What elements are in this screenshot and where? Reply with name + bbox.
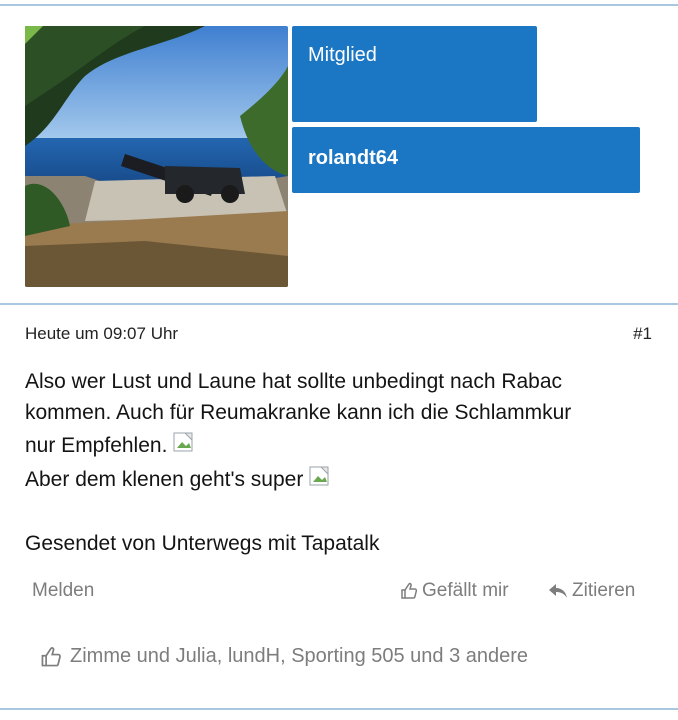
like-label: Gefällt mir: [422, 580, 509, 601]
thumbs-up-icon: [400, 582, 418, 600]
broken-image-icon[interactable]: [173, 432, 195, 454]
user-role-banner: Mitglied: [292, 26, 537, 122]
top-divider: [0, 4, 678, 6]
post-body-line: Aber dem klenen geht's super: [25, 468, 304, 491]
post-timestamp[interactable]: Heute um 09:07 Uhr: [25, 324, 178, 344]
online-indicator: [25, 26, 43, 44]
quote-button[interactable]: Zitieren: [548, 580, 635, 602]
reply-arrow-icon: [548, 582, 568, 600]
post-body: Also wer Lust und Laune hat sollte unbed…: [25, 366, 655, 495]
likes-summary[interactable]: Zimme und Julia, lundH, Sporting 505 und…: [40, 645, 528, 668]
header-divider: [0, 303, 678, 305]
post-signature: Gesendet von Unterwegs mit Tapatalk: [25, 532, 380, 555]
post-number[interactable]: #1: [633, 324, 652, 344]
report-button[interactable]: Melden: [32, 580, 94, 602]
broken-image-icon[interactable]: [309, 466, 331, 488]
post-body-line: kommen. Auch für Reumakranke kann ich di…: [25, 401, 572, 424]
username-banner[interactable]: rolandt64: [292, 127, 640, 193]
post-body-line: Also wer Lust und Laune hat sollte unbed…: [25, 370, 563, 393]
thumbs-up-icon: [40, 646, 62, 668]
user-avatar[interactable]: [25, 26, 288, 287]
post-body-line: nur Empfehlen.: [25, 434, 168, 457]
likes-summary-text: Zimme und Julia, lundH, Sporting 505 und…: [70, 645, 529, 667]
avatar-photo: [25, 26, 288, 287]
quote-label: Zitieren: [572, 580, 636, 601]
like-button[interactable]: Gefällt mir: [400, 580, 509, 602]
bottom-divider: [0, 708, 678, 710]
